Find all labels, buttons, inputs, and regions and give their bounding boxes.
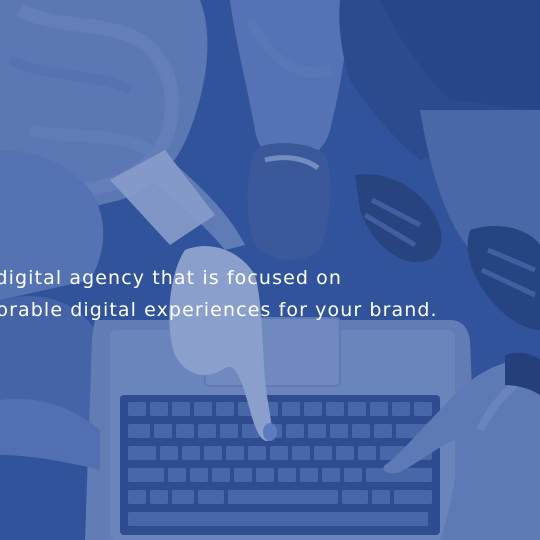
tagline-line-2: emorable digital experiences for your br… (0, 299, 438, 321)
hero-section: ce digital agency that is focused on emo… (0, 0, 540, 540)
hero-tagline: ce digital agency that is focused on emo… (0, 262, 540, 326)
tagline-line-1: ce digital agency that is focused on (0, 267, 343, 289)
